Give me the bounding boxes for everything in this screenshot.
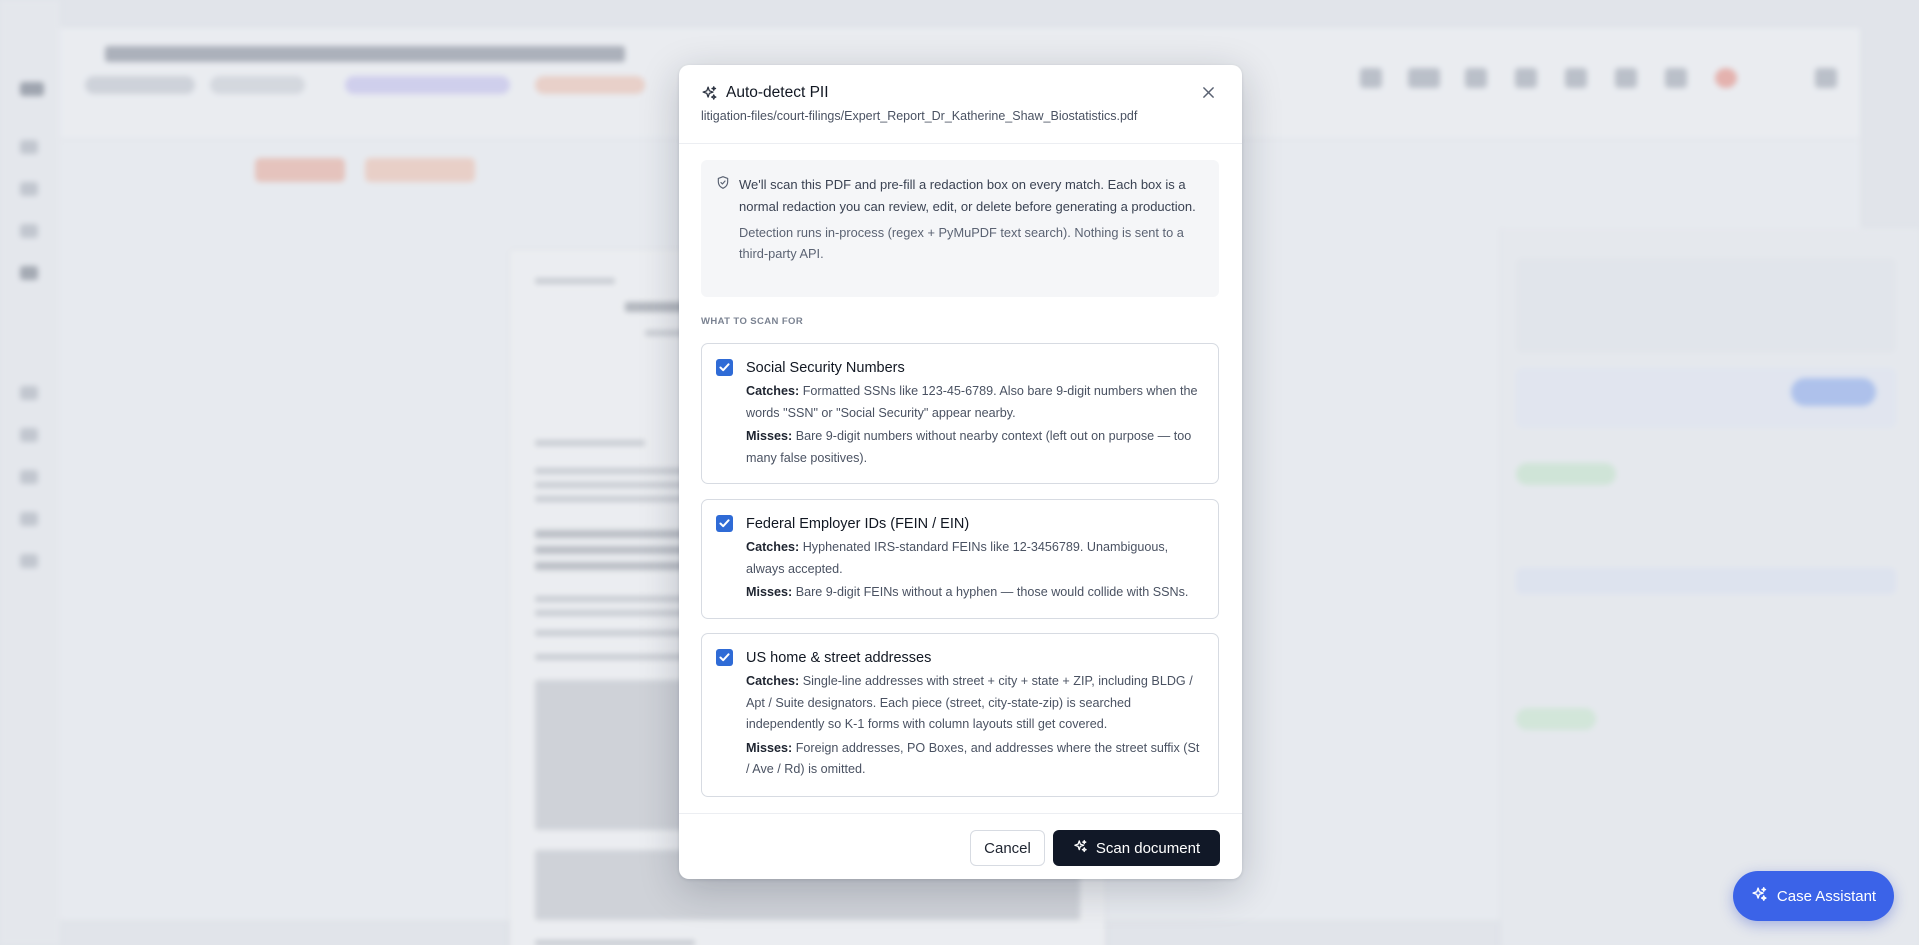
- dialog-header: Auto-detect PII litigation-files/court-f…: [679, 65, 1242, 144]
- option-title: Social Security Numbers: [746, 360, 905, 376]
- check-icon: [719, 653, 730, 662]
- check-icon: [719, 363, 730, 372]
- close-icon: [1202, 86, 1215, 104]
- check-icon: [719, 519, 730, 528]
- ssn-checkbox[interactable]: [716, 359, 733, 376]
- sparkle-icon: [1751, 886, 1768, 907]
- case-assistant-button[interactable]: Case Assistant: [1733, 871, 1894, 921]
- info-privacy-note: Detection runs in-process (regex + PyMuP…: [739, 225, 1184, 261]
- sparkle-icon: [701, 85, 718, 102]
- option-misses: Misses: Bare 9-digit FEINs without a hyp…: [746, 585, 1189, 599]
- option-title: Federal Employer IDs (FEIN / EIN): [746, 516, 970, 532]
- option-catches: Catches: Formatted SSNs like 123-45-6789…: [746, 384, 1198, 420]
- sparkle-icon: [1073, 839, 1088, 858]
- option-fein[interactable]: Federal Employer IDs (FEIN / EIN) Catche…: [701, 499, 1219, 619]
- cancel-button[interactable]: Cancel: [970, 830, 1045, 866]
- option-ssn[interactable]: Social Security Numbers Catches: Formatt…: [701, 343, 1219, 484]
- option-title: US home & street addresses: [746, 650, 932, 666]
- dialog-footer: Cancel Scan document: [679, 813, 1242, 879]
- scan-document-label: Scan document: [1095, 839, 1201, 857]
- dialog-title: Auto-detect PII: [726, 84, 829, 101]
- info-box: We'll scan this PDF and pre-fill a redac…: [701, 160, 1219, 297]
- scan-document-button[interactable]: Scan document: [1053, 830, 1220, 866]
- option-catches: Catches: Single-line addresses with stre…: [746, 674, 1193, 731]
- fein-checkbox[interactable]: [716, 515, 733, 532]
- file-path: litigation-files/court-filings/Expert_Re…: [701, 109, 1138, 123]
- addresses-checkbox[interactable]: [716, 649, 733, 666]
- section-label: WHAT TO SCAN FOR: [701, 316, 804, 327]
- option-addresses[interactable]: US home & street addresses Catches: Sing…: [701, 633, 1219, 797]
- option-misses: Misses: Bare 9-digit numbers without nea…: [746, 429, 1192, 465]
- auto-detect-pii-dialog: Auto-detect PII litigation-files/court-f…: [679, 65, 1242, 879]
- info-description: We'll scan this PDF and pre-fill a redac…: [739, 177, 1196, 214]
- case-assistant-label: Case Assistant: [1776, 887, 1877, 905]
- close-button[interactable]: [1200, 87, 1216, 103]
- option-misses: Misses: Foreign addresses, PO Boxes, and…: [746, 740, 1200, 777]
- option-catches: Catches: Hyphenated IRS-standard FEINs l…: [746, 540, 1169, 576]
- shield-icon: [716, 175, 730, 190]
